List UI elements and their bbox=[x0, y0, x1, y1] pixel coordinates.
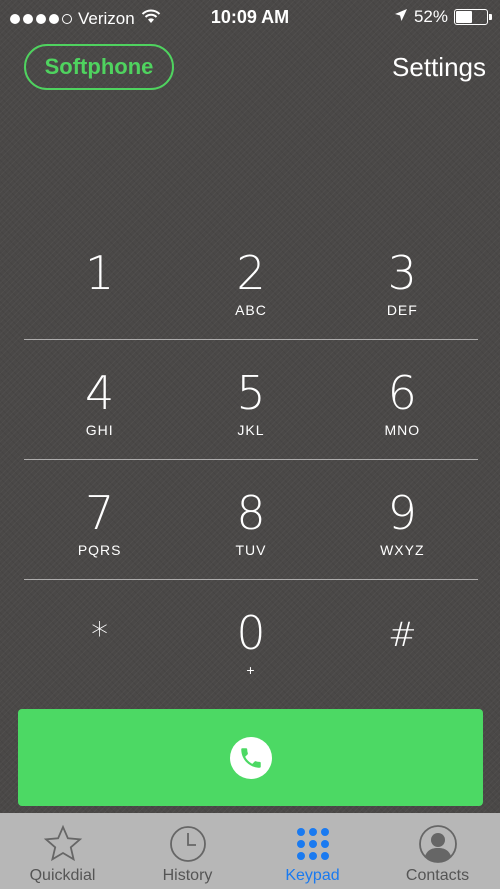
call-button[interactable] bbox=[18, 709, 483, 806]
key-digit: 1 bbox=[85, 246, 115, 300]
tab-label: Quickdial bbox=[29, 867, 96, 884]
keypad-row: 4 GHI 5 JKL 6 MNO bbox=[24, 340, 478, 460]
key-5[interactable]: 5 JKL bbox=[175, 340, 326, 459]
tab-keypad[interactable]: Keypad bbox=[250, 813, 375, 889]
key-letters: + bbox=[246, 662, 256, 678]
clock-icon bbox=[168, 823, 208, 865]
keypad-grid-icon bbox=[293, 823, 333, 865]
key-0[interactable]: 0 + bbox=[175, 580, 326, 700]
status-right: 52% bbox=[394, 7, 492, 27]
location-arrow-icon bbox=[394, 7, 408, 27]
battery-level bbox=[456, 11, 472, 23]
key-7[interactable]: 7 PQRS bbox=[24, 460, 175, 579]
key-digit: 0 bbox=[236, 606, 266, 660]
key-letters: DEF bbox=[386, 302, 418, 318]
key-letters: WXYZ bbox=[380, 542, 425, 558]
key-letters: JKL bbox=[237, 422, 265, 438]
tab-contacts[interactable]: Contacts bbox=[375, 813, 500, 889]
tab-label: History bbox=[162, 867, 213, 884]
tab-label: Keypad bbox=[285, 867, 340, 884]
key-digit: 6 bbox=[387, 366, 417, 420]
key-6[interactable]: 6 MNO bbox=[327, 340, 478, 459]
key-9[interactable]: 9 WXYZ bbox=[327, 460, 478, 579]
keypad-row: 1 2 ABC 3 DEF bbox=[24, 220, 478, 340]
keypad-row: * 0 + # bbox=[24, 580, 478, 700]
key-digit: 9 bbox=[387, 486, 417, 540]
softphone-button[interactable]: Softphone bbox=[24, 44, 174, 90]
tab-history[interactable]: History bbox=[125, 813, 250, 889]
key-hash[interactable]: # bbox=[327, 580, 478, 700]
dial-keypad: 1 2 ABC 3 DEF 4 GHI 5 JKL 6 MNO 7 PQRS 8… bbox=[24, 220, 478, 700]
key-letters: ABC bbox=[235, 302, 267, 318]
key-2[interactable]: 2 ABC bbox=[175, 220, 326, 339]
settings-button[interactable]: Settings bbox=[392, 52, 486, 83]
key-letters: PQRS bbox=[77, 542, 122, 558]
star-icon bbox=[43, 823, 83, 865]
key-digit: 7 bbox=[85, 486, 115, 540]
key-letters: TUV bbox=[235, 542, 267, 558]
key-letters: GHI bbox=[85, 422, 114, 438]
key-digit: 2 bbox=[236, 246, 266, 300]
key-digit: 8 bbox=[236, 486, 266, 540]
key-8[interactable]: 8 TUV bbox=[175, 460, 326, 579]
key-star[interactable]: * bbox=[24, 580, 175, 700]
key-digit: 4 bbox=[85, 366, 115, 420]
key-digit: 5 bbox=[236, 366, 266, 420]
key-digit: 3 bbox=[387, 246, 417, 300]
key-letters: MNO bbox=[384, 422, 421, 438]
keypad-row: 7 PQRS 8 TUV 9 WXYZ bbox=[24, 460, 478, 580]
battery-icon bbox=[454, 9, 492, 25]
battery-percent: 52% bbox=[413, 7, 448, 26]
key-1[interactable]: 1 bbox=[24, 220, 175, 339]
tab-bar: Quickdial History Keypad Contacts bbox=[0, 813, 500, 889]
tab-label: Contacts bbox=[405, 867, 470, 884]
key-4[interactable]: 4 GHI bbox=[24, 340, 175, 459]
key-digit: # bbox=[388, 615, 417, 655]
key-digit: * bbox=[91, 615, 109, 655]
key-3[interactable]: 3 DEF bbox=[327, 220, 478, 339]
contact-icon bbox=[418, 823, 458, 865]
tab-quickdial[interactable]: Quickdial bbox=[0, 813, 125, 889]
phone-icon bbox=[229, 736, 272, 779]
status-bar: Verizon 10:09 AM 52% bbox=[0, 0, 500, 36]
